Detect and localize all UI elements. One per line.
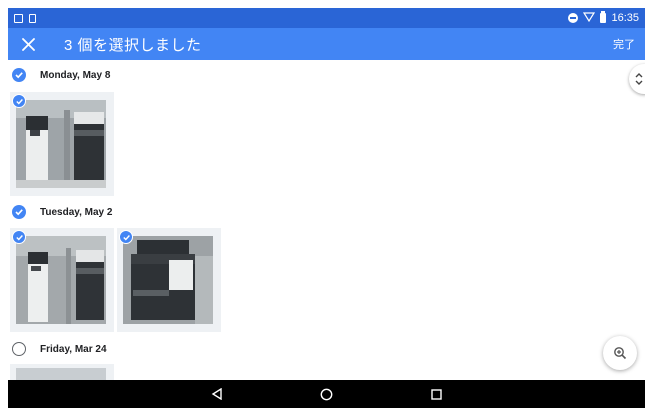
close-icon	[21, 37, 35, 51]
date-header-section-1: Monday, May 8	[8, 62, 110, 88]
home-button[interactable]	[272, 380, 382, 408]
photo-grid: Monday, May 8 Tuesday, May 2 Friday, Mar…	[8, 60, 645, 380]
recents-button[interactable]	[382, 380, 492, 408]
date-header-section-3: Friday, Mar 24	[8, 336, 107, 362]
printer-photo	[123, 236, 213, 324]
back-button[interactable]	[162, 380, 272, 408]
photo-thumbnail[interactable]	[10, 364, 114, 380]
selection-title: 3 個を選択しました	[64, 36, 202, 54]
photo-thumbnail[interactable]	[10, 92, 114, 196]
photo-select-checkbox[interactable]	[12, 94, 26, 108]
status-time: 16:35	[611, 12, 639, 24]
check-icon	[15, 234, 23, 241]
printer-photo	[16, 236, 106, 324]
system-nav-bar	[8, 380, 645, 408]
selection-app-bar: 3 個を選択しました 完了	[8, 28, 645, 60]
photo-select-checkbox[interactable]	[12, 230, 26, 244]
check-icon	[122, 234, 130, 241]
date-label: Friday, Mar 24	[40, 343, 107, 355]
battery-icon	[600, 11, 607, 23]
section-select-checkbox[interactable]	[12, 68, 26, 82]
date-header-section-2: Tuesday, May 2	[8, 199, 112, 225]
check-icon	[15, 209, 23, 216]
section-select-checkbox[interactable]	[12, 342, 26, 356]
zoom-in-icon	[614, 347, 627, 360]
printer-photo	[16, 368, 106, 380]
scroll-arrows-icon	[635, 73, 643, 85]
photo-thumbnail[interactable]	[117, 228, 221, 332]
photo-thumbnail[interactable]	[10, 228, 114, 332]
fast-scroll-handle[interactable]	[629, 64, 645, 94]
date-label: Monday, May 8	[40, 69, 111, 81]
photo-select-checkbox[interactable]	[119, 230, 133, 244]
check-icon	[15, 72, 23, 79]
close-button[interactable]	[18, 34, 38, 54]
back-icon	[211, 388, 222, 400]
do-not-disturb-icon	[568, 13, 579, 23]
section-select-checkbox[interactable]	[12, 205, 26, 219]
wifi-icon	[583, 11, 596, 25]
zoom-button[interactable]	[603, 336, 637, 370]
photo-icon	[14, 13, 23, 23]
check-icon	[15, 98, 23, 105]
printer-photo	[16, 100, 106, 188]
sim-icon	[29, 13, 36, 23]
done-button[interactable]: 完了	[613, 36, 635, 52]
status-bar: 16:35	[8, 8, 645, 28]
home-icon	[320, 388, 333, 400]
recents-icon	[431, 388, 442, 400]
date-label: Tuesday, May 2	[40, 206, 113, 218]
